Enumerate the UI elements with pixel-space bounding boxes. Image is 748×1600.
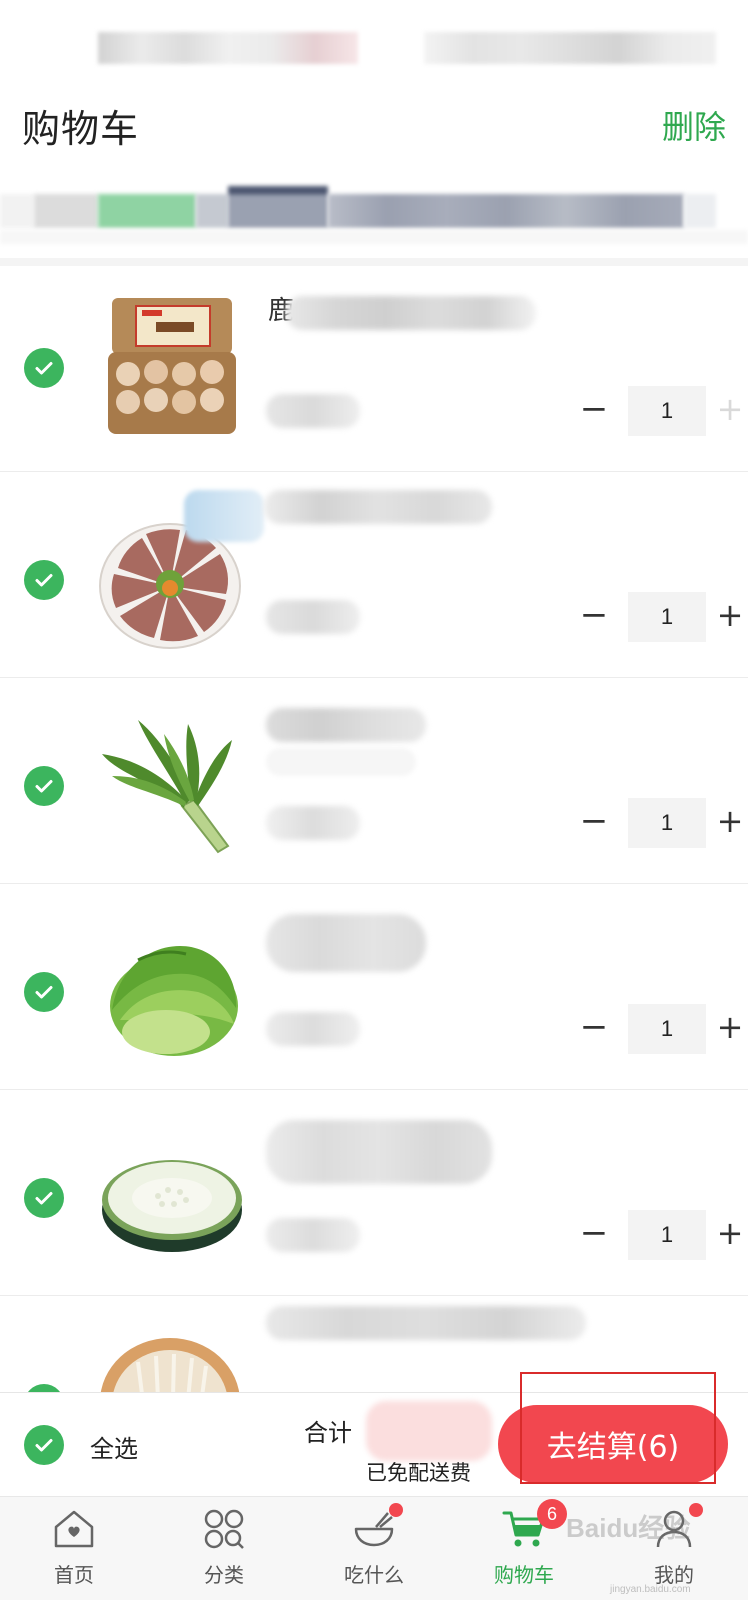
delivery-banner[interactable]: [0, 180, 748, 260]
increase-button[interactable]: +: [712, 796, 748, 848]
quantity-stepper[interactable]: − +: [558, 1002, 748, 1054]
item-checkbox[interactable]: [24, 1384, 64, 1392]
tab-home[interactable]: 首页: [19, 1497, 129, 1600]
banner-blur-2: [34, 194, 98, 228]
item-price-redacted: [266, 1218, 360, 1252]
cart-item[interactable]: 鹿 − +: [0, 266, 748, 472]
quantity-stepper[interactable]: − +: [558, 590, 748, 642]
check-icon: [35, 362, 53, 375]
header: 购物车 删除: [0, 80, 748, 180]
decrease-button[interactable]: −: [576, 590, 612, 642]
lettuce-image: [110, 946, 238, 1056]
cart-item[interactable]: − +: [0, 472, 748, 678]
status-left-blur: [98, 32, 358, 64]
page-title: 购物车: [22, 107, 140, 151]
quantity-field[interactable]: [628, 386, 706, 436]
tab-label: 分类: [204, 1563, 244, 1587]
check-icon: [35, 780, 53, 793]
select-all-label[interactable]: 全选: [90, 1429, 138, 1464]
tab-category[interactable]: 分类: [169, 1497, 279, 1600]
notification-dot: [689, 1503, 703, 1517]
increase-button[interactable]: +: [712, 384, 748, 436]
decrease-button[interactable]: −: [576, 384, 612, 436]
status-bar: [0, 0, 748, 80]
item-name-redacted-color: [184, 490, 264, 542]
increase-button[interactable]: +: [712, 590, 748, 642]
banner-blur-3: [196, 194, 228, 228]
enoki-mushroom-image: [100, 1338, 240, 1392]
quantity-stepper[interactable]: − +: [558, 796, 748, 848]
banner-blur-shadow: [0, 230, 748, 244]
watermark-url: jingyan.baidu.com: [610, 1584, 691, 1595]
item-checkbox[interactable]: [24, 560, 64, 600]
watermark: Baidu经验: [566, 1513, 691, 1543]
tab-cart[interactable]: 6 购物车: [469, 1497, 579, 1600]
decrease-button[interactable]: −: [576, 796, 612, 848]
item-subtitle-redacted: [266, 748, 416, 776]
item-name-redacted: [264, 490, 492, 524]
total-label: 合计: [304, 1419, 352, 1447]
winter-melon-image: [102, 1160, 242, 1252]
quantity-field[interactable]: [628, 1004, 706, 1054]
banner-blur-5: [328, 194, 684, 228]
cart-item[interactable]: − +: [0, 678, 748, 884]
item-checkbox[interactable]: [24, 348, 64, 388]
check-icon: [35, 1192, 53, 1205]
banner-blur-green: [98, 194, 196, 228]
highlight-annotation-box: [520, 1372, 716, 1484]
category-icon: [204, 1509, 244, 1549]
cart-count-badge: 6: [537, 1499, 567, 1529]
cart-item[interactable]: − +: [0, 884, 748, 1090]
item-price-redacted: [266, 1012, 360, 1046]
egg-carton-image: [108, 298, 236, 434]
delete-button[interactable]: 删除: [662, 102, 726, 148]
total-amount-redacted: [366, 1401, 492, 1461]
quantity-field[interactable]: [628, 592, 706, 642]
check-icon: [35, 1439, 53, 1452]
stem-lettuce-image: [102, 720, 232, 854]
tab-label: 吃什么: [344, 1563, 404, 1587]
tab-label: 首页: [54, 1563, 94, 1587]
section-separator: [0, 258, 748, 266]
status-right-blur: [424, 32, 716, 64]
quantity-stepper[interactable]: − +: [558, 384, 748, 436]
increase-button[interactable]: +: [712, 1002, 748, 1054]
decrease-button[interactable]: −: [576, 1002, 612, 1054]
item-name-redacted: [286, 296, 536, 330]
item-price-redacted: [266, 394, 360, 428]
tab-label: 购物车: [494, 1563, 554, 1587]
item-name-redacted: [266, 708, 426, 742]
item-price-redacted: [266, 806, 360, 840]
notification-dot: [389, 1503, 403, 1517]
free-shipping-note: 已免配送费: [366, 1461, 471, 1485]
item-name-redacted: [266, 914, 426, 972]
tab-what-to-eat[interactable]: 吃什么: [319, 1497, 429, 1600]
cart-item[interactable]: − +: [0, 1090, 748, 1296]
banner-blur-1: [0, 194, 34, 228]
check-icon: [35, 986, 53, 999]
item-checkbox[interactable]: [24, 766, 64, 806]
banner-blur-6: [684, 194, 716, 228]
banner-blur-4: [228, 186, 328, 228]
check-icon: [35, 574, 53, 587]
item-name-redacted: [266, 1306, 586, 1340]
item-price-redacted: [266, 600, 360, 634]
decrease-button[interactable]: −: [576, 1208, 612, 1260]
home-icon: [54, 1510, 94, 1548]
select-all-checkbox[interactable]: [24, 1425, 64, 1465]
item-checkbox[interactable]: [24, 1178, 64, 1218]
quantity-field[interactable]: [628, 798, 706, 848]
item-name-redacted: [266, 1120, 492, 1184]
item-checkbox[interactable]: [24, 972, 64, 1012]
quantity-stepper[interactable]: − +: [558, 1208, 748, 1260]
increase-button[interactable]: +: [712, 1208, 748, 1260]
quantity-field[interactable]: [628, 1210, 706, 1260]
